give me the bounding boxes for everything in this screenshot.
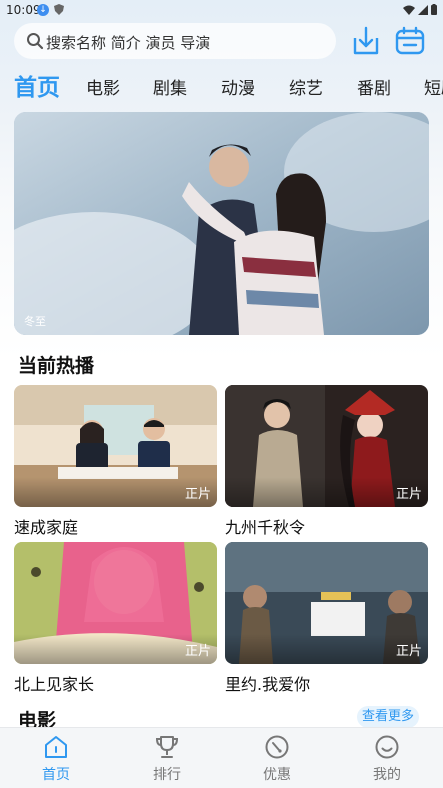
status-badge: 正片 xyxy=(184,644,211,659)
section-title-hot: 当前热播 xyxy=(18,355,95,377)
nav-home[interactable]: 首页 xyxy=(26,734,86,784)
calendar-icon[interactable] xyxy=(395,26,425,56)
featured-banner[interactable]: 冬至 xyxy=(14,112,429,335)
battery-icon xyxy=(431,4,437,15)
banner-caption: 冬至 xyxy=(24,315,46,328)
trophy-icon xyxy=(155,736,179,758)
video-title: 北上见家长 xyxy=(14,675,95,694)
shield-icon xyxy=(54,4,64,15)
nav-ranking[interactable]: 排行 xyxy=(137,734,197,784)
video-poster: 正片 xyxy=(225,385,428,507)
profile-icon xyxy=(375,735,399,759)
tab-short-drama[interactable]: 短剧 xyxy=(424,74,443,99)
home-icon xyxy=(45,736,67,758)
video-poster: 正片 xyxy=(225,542,428,664)
download-notification-icon: ↓ xyxy=(37,4,49,16)
banner-image xyxy=(14,112,429,335)
discount-icon xyxy=(265,735,289,759)
tab-series[interactable]: 剧集 xyxy=(153,74,187,99)
tab-bangumi[interactable]: 番剧 xyxy=(357,74,391,99)
bottom-nav: 首页 排行 优惠 我的 xyxy=(0,727,443,788)
video-card[interactable]: 正片 里约.我爱你 xyxy=(225,542,428,695)
nav-home-label: 首页 xyxy=(42,767,70,783)
nav-profile-label: 我的 xyxy=(373,767,401,783)
download-icon[interactable] xyxy=(352,26,380,56)
video-card[interactable]: 正片 北上见家长 xyxy=(14,542,217,695)
nav-discount[interactable]: 优惠 xyxy=(247,734,307,784)
nav-profile[interactable]: 我的 xyxy=(357,734,417,784)
wifi-icon xyxy=(403,5,415,15)
search-placeholder: 搜索名称 简介 演员 导演 xyxy=(46,34,211,52)
video-card[interactable]: 正片 九州千秋令 xyxy=(225,385,428,538)
nav-ranking-label: 排行 xyxy=(153,767,181,783)
video-poster: 正片 xyxy=(14,542,217,664)
status-icons xyxy=(403,4,437,15)
video-poster: 正片 xyxy=(14,385,217,507)
status-bar: 10:09 ↓ xyxy=(0,0,443,20)
nav-discount-label: 优惠 xyxy=(263,767,291,783)
category-tabs: 首页 电影 剧集 动漫 综艺 番剧 短剧 xyxy=(0,68,443,102)
video-card[interactable]: 正片 速成家庭 xyxy=(14,385,217,538)
video-title: 速成家庭 xyxy=(14,518,79,537)
search-icon xyxy=(27,33,44,50)
tab-anime[interactable]: 动漫 xyxy=(221,74,255,99)
tab-variety[interactable]: 综艺 xyxy=(289,74,323,99)
tab-home[interactable]: 首页 xyxy=(14,68,60,102)
signal-icon xyxy=(418,4,428,15)
status-badge: 正片 xyxy=(395,644,422,659)
see-more-link[interactable]: 查看更多 xyxy=(357,706,419,728)
status-badge: 正片 xyxy=(184,487,211,502)
status-time: 10:09 xyxy=(6,3,41,17)
tab-movies[interactable]: 电影 xyxy=(86,74,120,99)
search-input[interactable]: 搜索名称 简介 演员 导演 xyxy=(14,23,336,59)
status-badge: 正片 xyxy=(395,487,422,502)
video-title: 里约.我爱你 xyxy=(225,675,311,694)
video-title: 九州千秋令 xyxy=(225,518,306,537)
